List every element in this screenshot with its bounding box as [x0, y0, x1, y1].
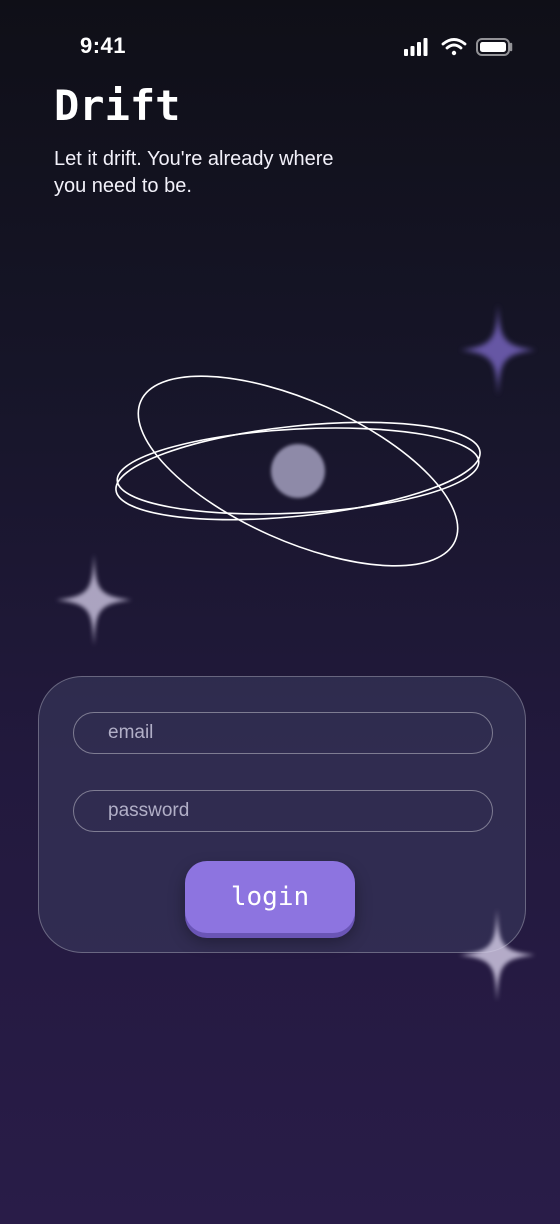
- email-field[interactable]: [73, 712, 493, 754]
- orbit-icon: [115, 375, 481, 567]
- login-screen: 9:41 Drift Let it drift. You're already …: [0, 0, 560, 1224]
- tagline: Let it drift. You're already where you n…: [54, 148, 334, 197]
- sparkle-icon: [459, 909, 535, 1001]
- signal-icon: [404, 38, 428, 56]
- wifi-icon: [441, 38, 467, 56]
- status-icons: [404, 38, 513, 56]
- login-card: login: [38, 676, 526, 953]
- app-title: Drift: [54, 81, 181, 130]
- status-time: 9:41: [80, 33, 127, 58]
- login-button[interactable]: login: [185, 861, 355, 933]
- battery-icon: [476, 38, 513, 56]
- status-bar: 9:41: [0, 0, 560, 90]
- orbit-illustration: [108, 355, 494, 585]
- password-field[interactable]: [73, 790, 493, 832]
